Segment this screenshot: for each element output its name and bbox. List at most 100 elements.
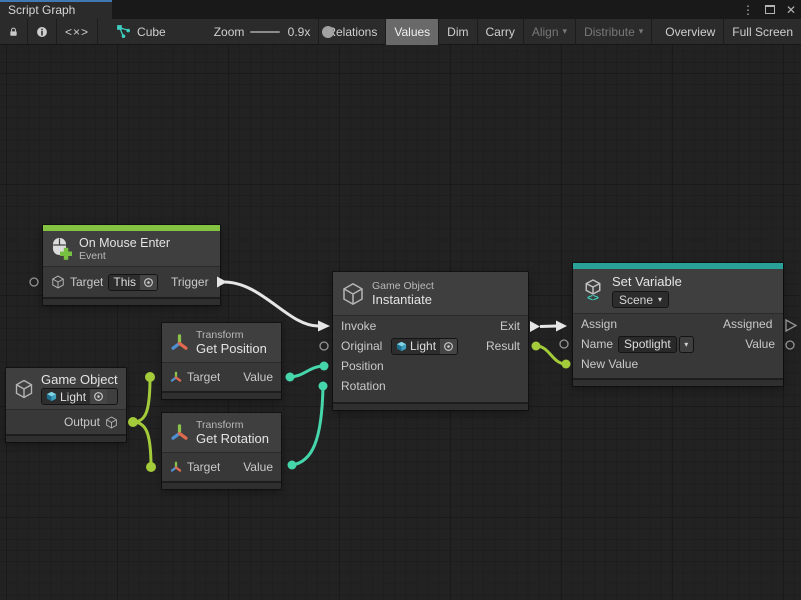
transform-icon: [170, 423, 189, 442]
exit-port-label: Exit: [500, 319, 520, 333]
info-icon: [36, 25, 48, 39]
values-button[interactable]: Values: [386, 19, 438, 45]
onmouseenter-target-input-port[interactable]: [30, 278, 38, 286]
node-instantiate[interactable]: Game Object Instantiate Invoke Exit Orig…: [333, 272, 528, 410]
window-menu-icon[interactable]: ⋮: [742, 4, 754, 16]
node-set-variable[interactable]: <> Set Variable Scene ▾ Assign Assigned …: [573, 263, 783, 386]
rotation-input-port[interactable]: [319, 382, 328, 391]
wire-output-to-getrotation-target[interactable]: [133, 422, 151, 467]
target-value-chip[interactable]: This: [108, 274, 158, 291]
chevron-down-icon: ▾: [563, 26, 568, 37]
graph-ref-label: Cube: [137, 25, 166, 39]
object-picker-button[interactable]: [140, 275, 157, 290]
wire-result-to-newvalue[interactable]: [536, 346, 566, 364]
wire-trigger-to-invoke[interactable]: [224, 282, 318, 326]
setvariable-name-input-port[interactable]: [560, 340, 568, 348]
output-port[interactable]: [128, 417, 138, 427]
getposition-value-port[interactable]: [286, 373, 295, 382]
target-port-label: Target: [70, 275, 103, 289]
node-footer: [6, 434, 126, 442]
lock-button[interactable]: [0, 19, 27, 45]
node-category: Transform: [196, 329, 267, 341]
toolbar-separator: [651, 19, 652, 45]
node-title: Get Position: [196, 341, 267, 356]
chevron-down-icon: ▾: [639, 26, 644, 37]
node-footer: [162, 481, 281, 489]
invoke-input-port[interactable]: [318, 321, 330, 332]
position-port-label: Position: [341, 359, 386, 373]
script-graph-window: Script Graph ⋮ ✕ <×>: [0, 0, 801, 600]
result-output-port[interactable]: [532, 342, 541, 351]
transform-icon: [170, 333, 189, 352]
original-value: Light: [410, 339, 436, 353]
dim-button[interactable]: Dim: [439, 19, 476, 45]
tab-script-graph[interactable]: Script Graph: [0, 0, 112, 19]
original-port-label: Original: [341, 339, 386, 353]
variable-scope: Scene: [619, 293, 653, 307]
cube-icon: [51, 275, 65, 289]
maximize-icon[interactable]: [765, 5, 775, 14]
newvalue-input-port[interactable]: [562, 360, 571, 369]
graph-canvas[interactable]: On Mouse Enter Event Target This: [0, 45, 801, 600]
node-footer: [43, 297, 220, 305]
node-category: Game Object: [372, 280, 434, 292]
edit-code-button[interactable]: <×>: [57, 19, 97, 45]
node-title: Get Rotation: [196, 431, 269, 446]
object-picker-button[interactable]: [90, 389, 107, 404]
carry-button[interactable]: Carry: [478, 19, 523, 45]
target-icon: [93, 391, 104, 402]
target-icon: [143, 277, 154, 288]
zoom-slider-handle[interactable]: [322, 26, 334, 38]
object-value-chip[interactable]: Light: [41, 388, 118, 405]
node-game-object-light[interactable]: Game Object Light: [6, 368, 126, 442]
prefab-cube-icon: [46, 391, 57, 402]
transform-icon: [170, 461, 182, 473]
original-input-port[interactable]: [320, 342, 328, 350]
assign-input-port[interactable]: [556, 321, 567, 332]
node-get-position[interactable]: Transform Get Position Target Value: [162, 323, 281, 399]
setvariable-value-output-port[interactable]: [786, 341, 794, 349]
node-get-rotation[interactable]: Transform Get Rotation Target Value: [162, 413, 281, 489]
node-footer: [333, 402, 528, 410]
assigned-output-port[interactable]: [786, 320, 796, 331]
object-picker-button[interactable]: [440, 339, 457, 354]
wire-getposition-value-to-position[interactable]: [290, 366, 324, 377]
exit-output-port[interactable]: [530, 321, 540, 332]
transform-icon: [170, 371, 182, 383]
wire-exit-to-assign[interactable]: [540, 326, 557, 327]
cube-icon: [341, 281, 365, 307]
value-port-label: Value: [243, 370, 273, 384]
object-value: Light: [60, 390, 86, 404]
node-on-mouse-enter[interactable]: On Mouse Enter Event Target This: [43, 225, 220, 305]
prefab-cube-icon: [396, 341, 407, 352]
getrotation-target-port[interactable]: [146, 462, 156, 472]
node-footer: [162, 391, 281, 399]
position-input-port[interactable]: [320, 362, 329, 371]
wire-getrotation-value-to-rotation[interactable]: [292, 386, 323, 465]
info-button[interactable]: [28, 19, 56, 45]
full-screen-button[interactable]: Full Screen: [724, 19, 801, 45]
variable-scope-dropdown[interactable]: Scene ▾: [612, 291, 669, 308]
chevron-down-icon[interactable]: ▾: [679, 336, 694, 353]
zoom-value: 0.9x: [286, 19, 319, 45]
node-title: Set Variable: [612, 274, 682, 289]
overview-button[interactable]: Overview: [657, 19, 723, 45]
target-icon: [443, 341, 454, 352]
variable-name-dropdown[interactable]: Spotlight ▾: [618, 336, 694, 353]
chevron-down-icon: ▾: [658, 295, 662, 304]
target-port-label: Target: [187, 460, 220, 474]
graph-reference[interactable]: Cube: [108, 19, 174, 45]
wire-output-to-getposition-target[interactable]: [133, 377, 150, 422]
zoom-slider[interactable]: [250, 31, 279, 33]
target-value: This: [109, 275, 140, 290]
close-icon[interactable]: ✕: [786, 4, 796, 16]
align-button[interactable]: Align ▾: [524, 19, 575, 45]
code-icon: <×>: [65, 25, 89, 39]
original-value-chip[interactable]: Light: [391, 338, 458, 355]
zoom-label: Zoom: [206, 19, 245, 45]
getrotation-value-port[interactable]: [288, 461, 297, 470]
trigger-port-label: Trigger: [171, 275, 212, 289]
getposition-target-port[interactable]: [145, 372, 155, 382]
distribute-button[interactable]: Distribute ▾: [576, 19, 651, 45]
rotation-port-label: Rotation: [341, 379, 386, 393]
